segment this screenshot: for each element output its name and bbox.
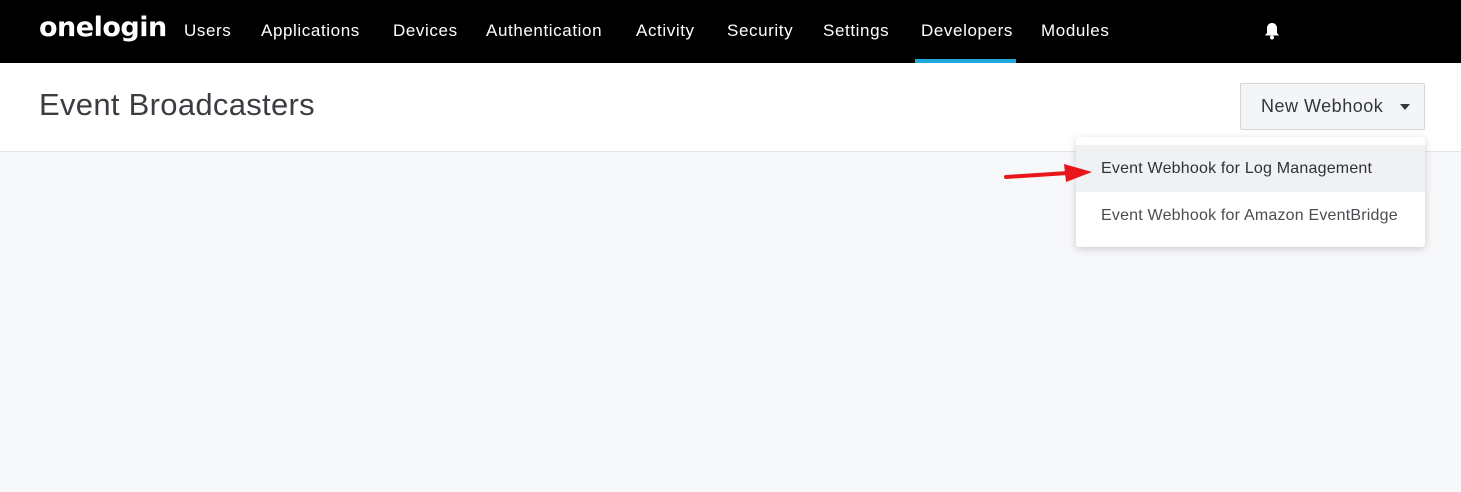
new-webhook-dropdown-menu: Event Webhook for Log Management Event W… [1076, 137, 1425, 247]
new-webhook-button[interactable]: New Webhook [1240, 83, 1425, 130]
menu-item-log-management[interactable]: Event Webhook for Log Management [1076, 145, 1425, 192]
new-webhook-label: New Webhook [1261, 96, 1384, 116]
menu-item-amazon-eventbridge[interactable]: Event Webhook for Amazon EventBridge [1076, 192, 1425, 239]
nav-item-users[interactable]: Users [178, 0, 237, 63]
nav-item-modules[interactable]: Modules [1035, 0, 1115, 63]
nav-item-settings[interactable]: Settings [817, 0, 895, 63]
bell-icon[interactable] [1262, 21, 1282, 41]
nav-item-devices[interactable]: Devices [387, 0, 464, 63]
red-arrow-annotation [1004, 164, 1092, 182]
onelogin-logo[interactable]: onelogin [39, 12, 167, 43]
top-navigation-bar: onelogin Users Applications Devices Auth… [0, 0, 1461, 63]
page-title: Event Broadcasters [39, 87, 315, 122]
nav-item-authentication[interactable]: Authentication [480, 0, 608, 63]
nav-item-developers[interactable]: Developers [915, 0, 1016, 63]
caret-down-icon [1400, 104, 1410, 110]
nav-item-activity[interactable]: Activity [630, 0, 701, 63]
nav-item-applications[interactable]: Applications [255, 0, 366, 63]
nav-item-security[interactable]: Security [721, 0, 799, 63]
